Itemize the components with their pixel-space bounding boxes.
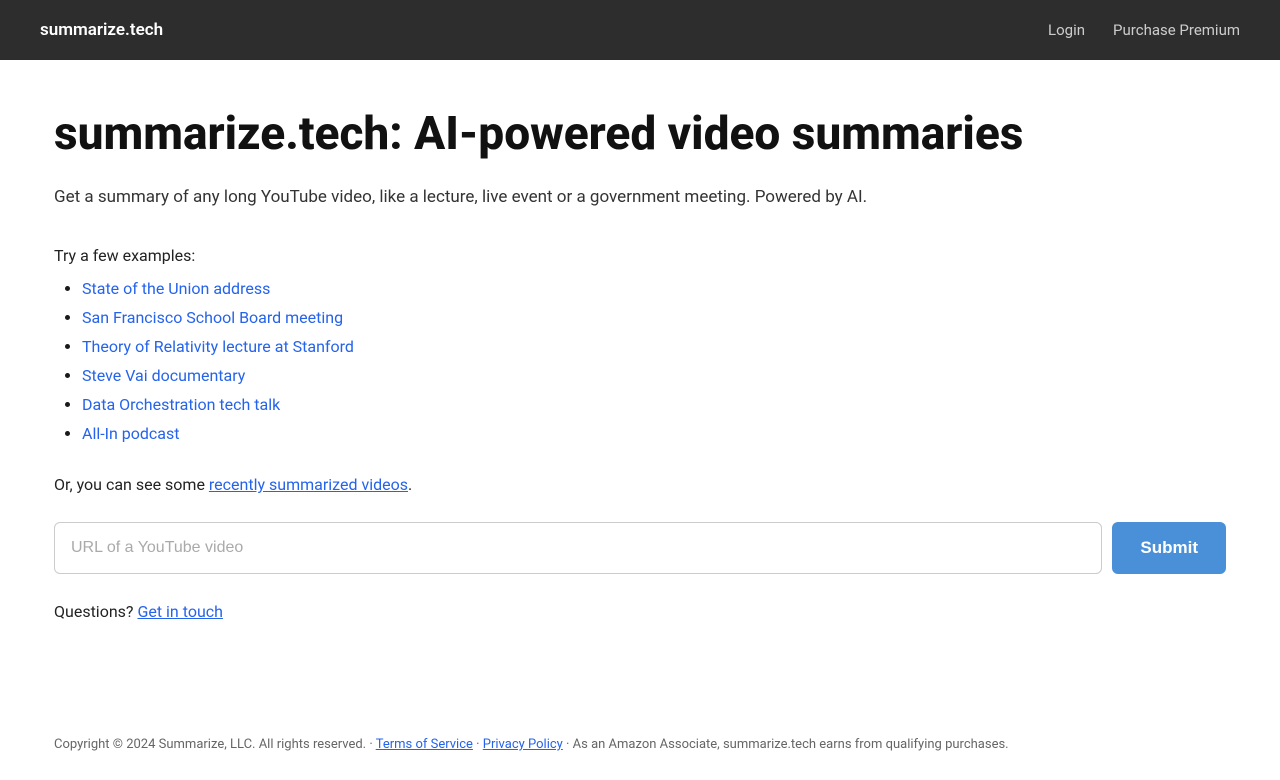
privacy-link[interactable]: Privacy Policy: [483, 737, 563, 752]
recently-suffix: .: [408, 475, 412, 494]
example-link-sfschool[interactable]: San Francisco School Board meeting: [82, 308, 343, 327]
subtitle: Get a summary of any long YouTube video,…: [54, 185, 1226, 211]
questions-prefix: Questions?: [54, 602, 137, 621]
list-item: Theory of Relativity lecture at Stanford: [82, 337, 1226, 356]
list-item: State of the Union address: [82, 279, 1226, 298]
site-logo: summarize.tech: [40, 20, 163, 40]
main-content: summarize.tech: AI-powered video summari…: [0, 60, 1280, 661]
examples-list: State of the Union address San Francisco…: [54, 279, 1226, 443]
url-input[interactable]: [54, 522, 1102, 574]
url-form: Submit: [54, 522, 1226, 574]
examples-label: Try a few examples:: [54, 246, 1226, 265]
navbar: summarize.tech Login Purchase Premium: [0, 0, 1280, 60]
footer-suffix: · As an Amazon Associate, summarize.tech…: [563, 737, 1009, 752]
get-in-touch-link[interactable]: Get in touch: [137, 602, 223, 621]
page-title: summarize.tech: AI-powered video summari…: [54, 108, 1226, 161]
example-link-relativity[interactable]: Theory of Relativity lecture at Stanford: [82, 337, 354, 356]
footer-text: Copyright © 2024 Summarize, LLC. All rig…: [54, 735, 1226, 756]
list-item: Data Orchestration tech talk: [82, 395, 1226, 414]
example-link-union[interactable]: State of the Union address: [82, 279, 270, 298]
copyright-text: Copyright © 2024 Summarize, LLC. All rig…: [54, 737, 376, 752]
example-link-stevevai[interactable]: Steve Vai documentary: [82, 366, 245, 385]
list-item: All-In podcast: [82, 424, 1226, 443]
example-link-dataorch[interactable]: Data Orchestration tech talk: [82, 395, 280, 414]
login-link[interactable]: Login: [1048, 21, 1085, 39]
list-item: San Francisco School Board meeting: [82, 308, 1226, 327]
example-link-allin[interactable]: All-In podcast: [82, 424, 180, 443]
list-item: Steve Vai documentary: [82, 366, 1226, 385]
questions-text: Questions? Get in touch: [54, 602, 1226, 621]
nav-links: Login Purchase Premium: [1048, 21, 1240, 39]
footer: Copyright © 2024 Summarize, LLC. All rig…: [0, 711, 1280, 780]
recently-text: Or, you can see some recently summarized…: [54, 475, 1226, 494]
separator1: ·: [473, 737, 483, 752]
submit-button[interactable]: Submit: [1112, 522, 1226, 574]
tos-link[interactable]: Terms of Service: [376, 737, 473, 752]
recently-prefix: Or, you can see some: [54, 475, 209, 494]
purchase-premium-link[interactable]: Purchase Premium: [1113, 21, 1240, 39]
recently-summarized-link[interactable]: recently summarized videos: [209, 475, 408, 494]
